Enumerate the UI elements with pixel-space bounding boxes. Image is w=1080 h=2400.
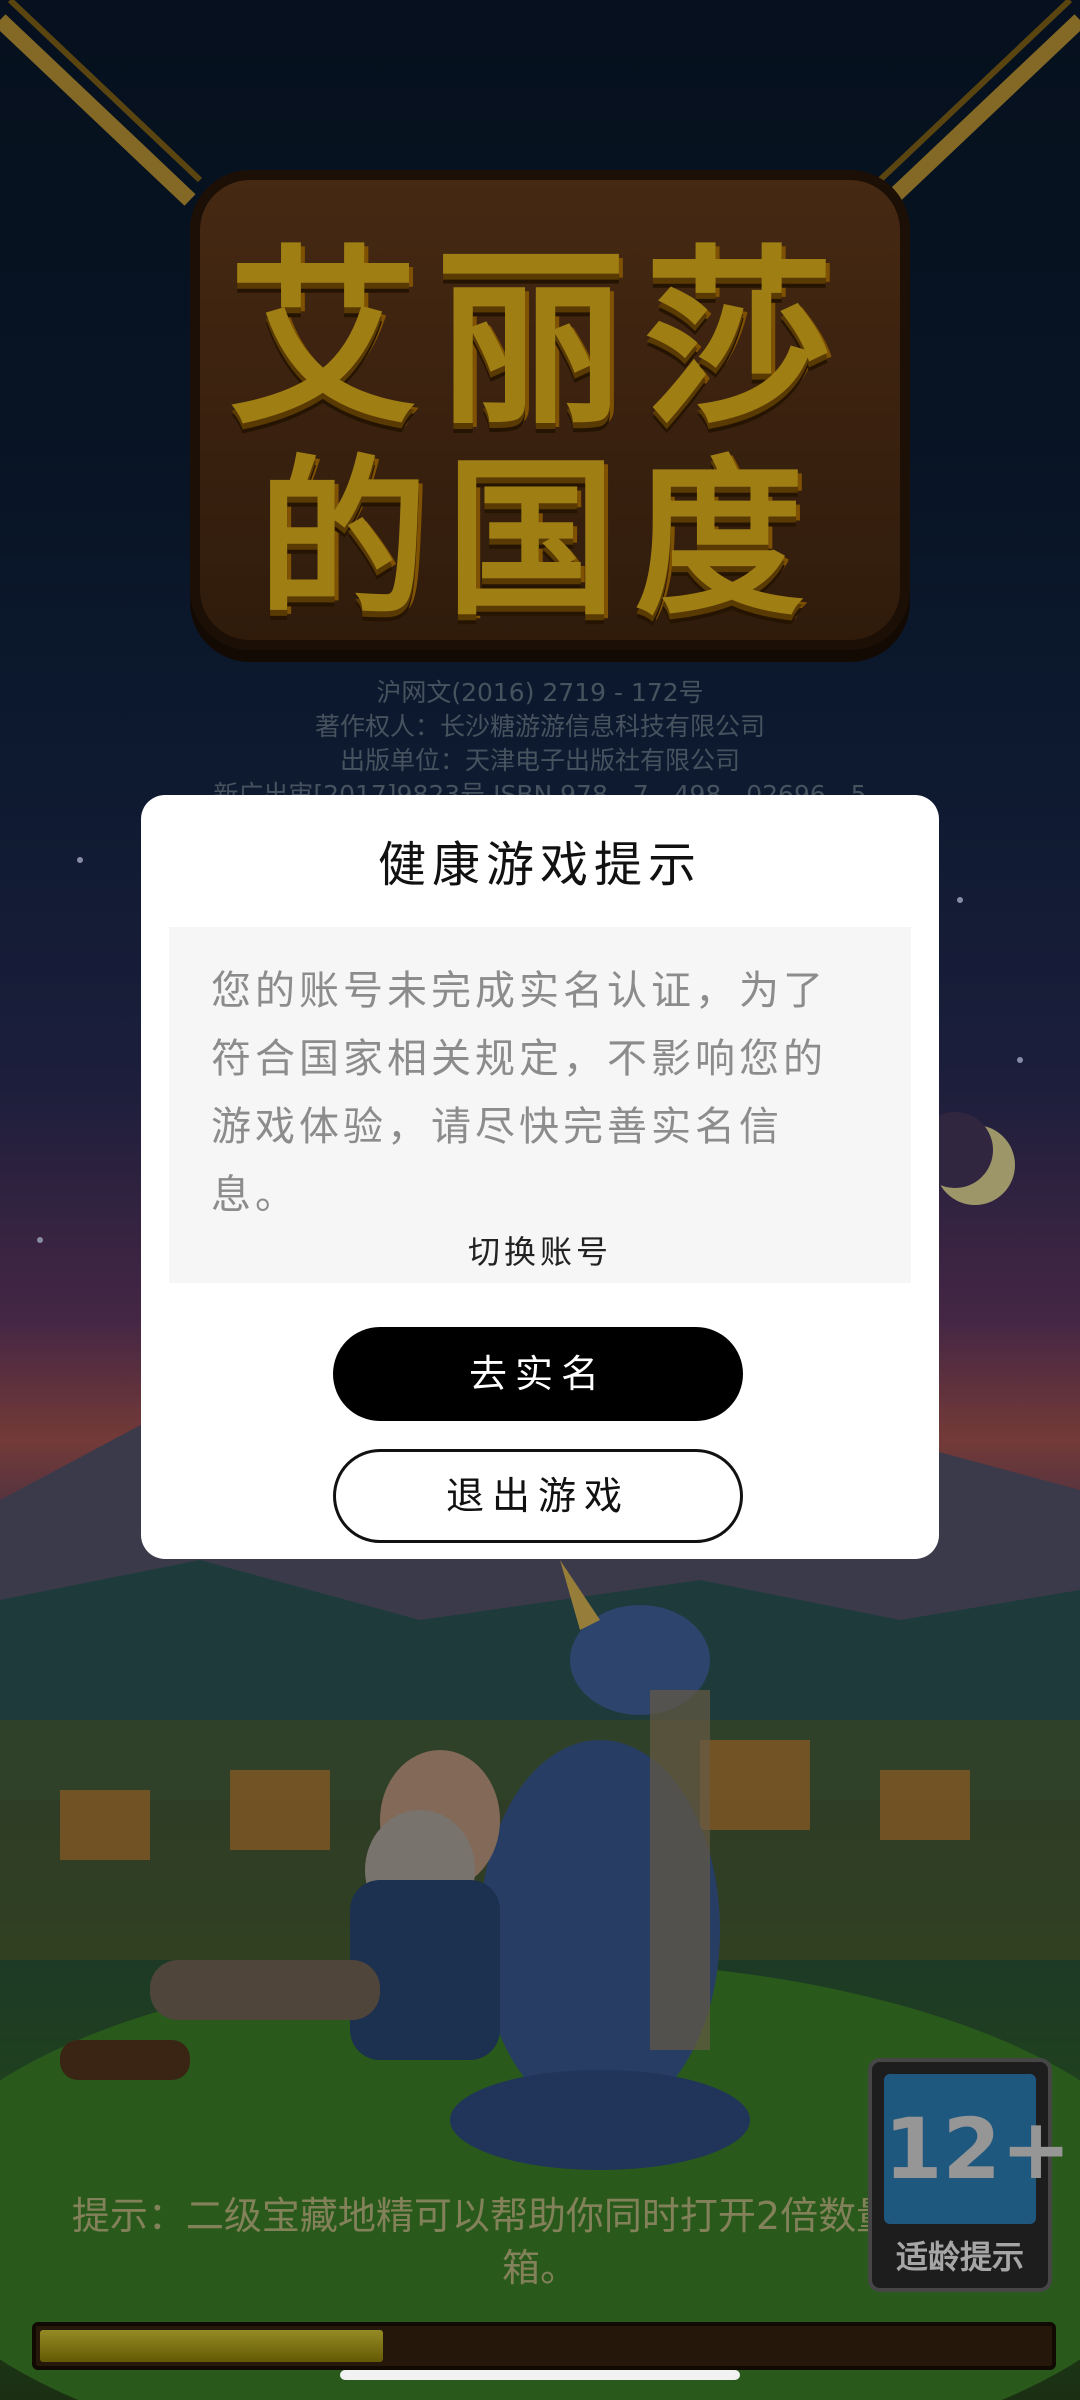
dialog-message-box: 您的账号未完成实名认证，为了符合国家相关规定，不影响您的游戏体验，请尽快完善实名… <box>169 927 911 1283</box>
dialog-title: 健康游戏提示 <box>377 837 702 893</box>
verify-realname-button[interactable]: 去实名 <box>333 1327 743 1421</box>
health-notice-dialog: 健康游戏提示 您的账号未完成实名认证，为了符合国家相关规定，不影响您的游戏体验，… <box>141 795 939 1559</box>
dialog-message: 您的账号未完成实名认证，为了符合国家相关规定，不影响您的游戏体验，请尽快完善实名… <box>211 968 827 1218</box>
exit-game-button[interactable]: 退出游戏 <box>333 1449 743 1543</box>
home-indicator[interactable] <box>340 2370 740 2380</box>
switch-account-link[interactable]: 切换账号 <box>169 1227 911 1273</box>
game-screen: 艾丽莎 的国度 沪网文(2016) 2719 - 172号 著作权人：长沙糖游游… <box>0 0 1080 2400</box>
